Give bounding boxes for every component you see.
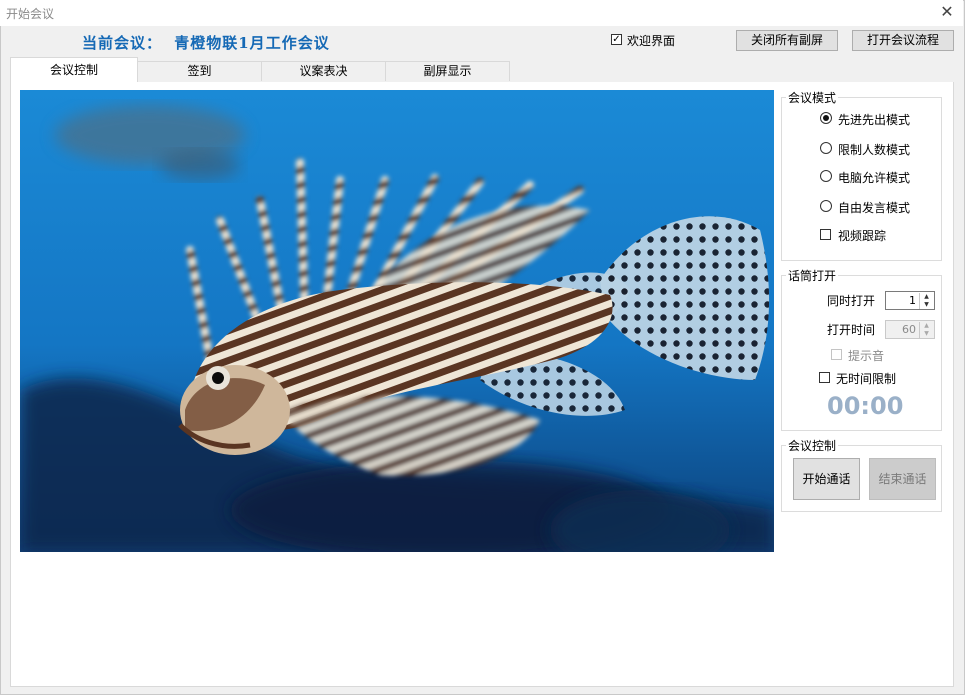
stepper-arrows-icon: ▲ ▼ (919, 322, 933, 338)
welcome-label: 欢迎界面 (627, 34, 676, 48)
close-all-screens-button[interactable]: 关闭所有副屏 (736, 30, 838, 51)
window-title: 开始会议 (6, 7, 55, 21)
welcome-checkbox[interactable]: ✓ (611, 34, 622, 45)
end-call-button: 结束通话 (869, 458, 936, 500)
tab-meeting-control[interactable]: 会议控制 (10, 57, 138, 83)
microphone-title: 话筒打开 (786, 267, 839, 284)
no-time-limit-checkbox[interactable] (819, 372, 830, 383)
open-time-stepper: 60 ▲ ▼ (885, 320, 935, 339)
video-tracking-label: 视频跟踪 (838, 229, 887, 243)
simultaneous-stepper[interactable]: 1 ▲ ▼ (885, 291, 935, 310)
tab-sign-in[interactable]: 签到 (137, 61, 262, 81)
open-time-label: 打开时间 (827, 323, 876, 337)
beep-label: 提示音 (848, 349, 885, 363)
conference-name: 青橙物联1月工作会议 (174, 34, 330, 52)
open-time-value: 60 (902, 323, 916, 336)
beep-checkbox (831, 349, 842, 360)
current-conference: 当前会议： 青橙物联1月工作会议 (82, 32, 330, 53)
conference-control-title: 会议控制 (786, 437, 839, 454)
stepper-arrows-icon[interactable]: ▲ ▼ (919, 293, 933, 309)
radio-limited-mode[interactable] (820, 142, 832, 154)
no-time-limit-label: 无时间限制 (836, 372, 897, 386)
video-tracking-checkbox[interactable] (820, 229, 831, 240)
pc-allow-mode-label: 电脑允许模式 (838, 171, 911, 185)
limited-mode-label: 限制人数模式 (838, 143, 911, 157)
free-speech-mode-label: 自由发言模式 (838, 201, 911, 215)
open-meeting-flow-button[interactable]: 打开会议流程 (852, 30, 954, 51)
start-call-button[interactable]: 开始通话 (793, 458, 860, 500)
lionfish-image (20, 90, 774, 552)
meeting-mode-title: 会议模式 (786, 89, 839, 106)
mic-timer: 00:00 (827, 392, 904, 420)
title-bar: 开始会议 ✕ (0, 0, 963, 26)
tab-secondary-screen[interactable]: 副屏显示 (385, 61, 510, 81)
tab-voting[interactable]: 议案表决 (261, 61, 386, 81)
close-icon[interactable]: ✕ (937, 2, 957, 22)
conference-label: 当前会议： (82, 34, 163, 52)
radio-fifo-mode[interactable] (820, 112, 832, 124)
simultaneous-value: 1 (909, 294, 916, 307)
fifo-mode-label: 先进先出模式 (838, 113, 911, 127)
radio-pc-allow-mode[interactable] (820, 170, 832, 182)
radio-free-speech-mode[interactable] (820, 200, 832, 212)
simultaneous-label: 同时打开 (827, 294, 876, 308)
